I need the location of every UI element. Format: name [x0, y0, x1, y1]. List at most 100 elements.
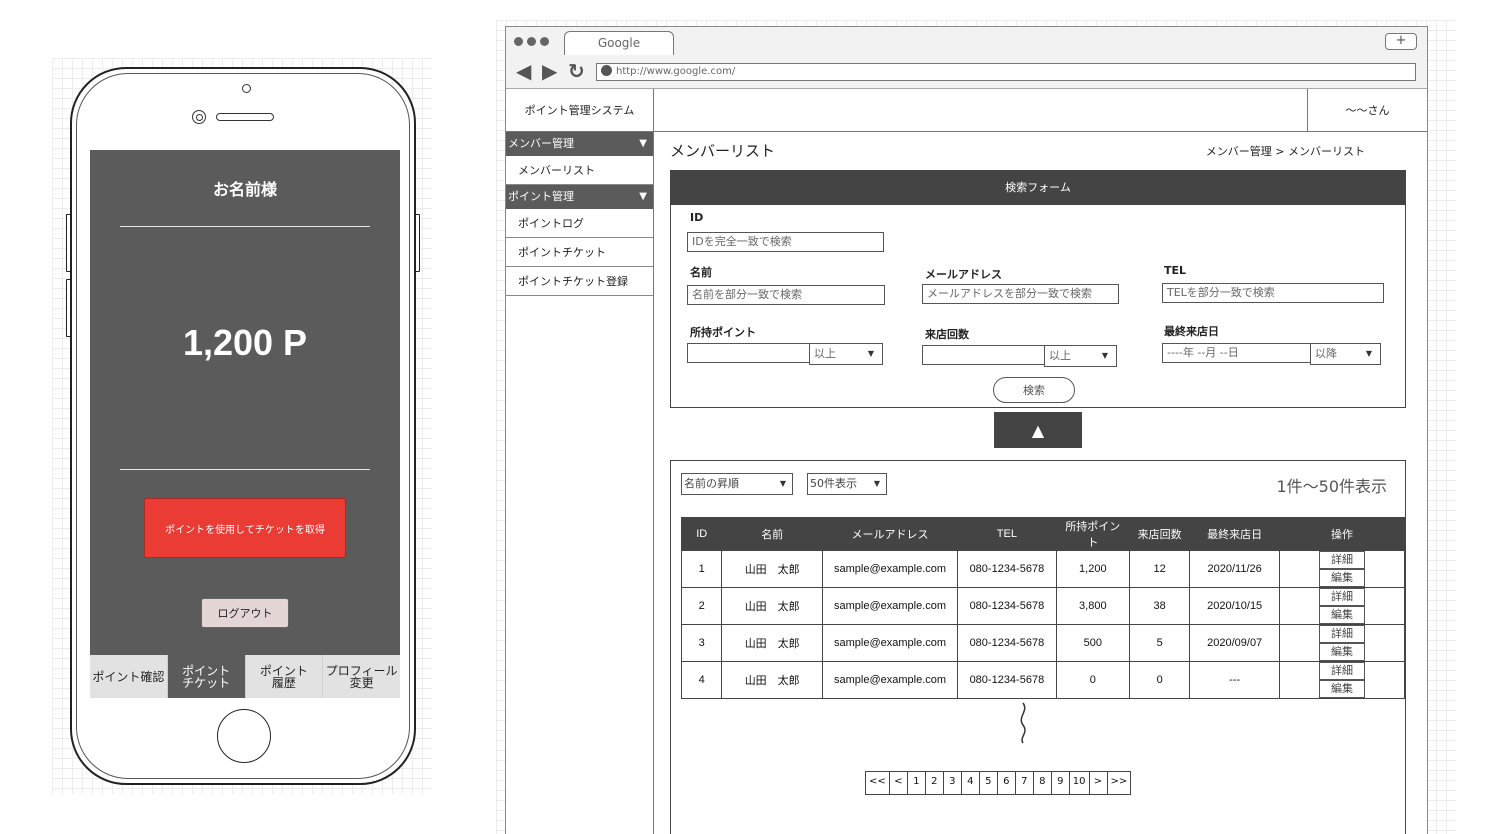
collapse-search-button[interactable]: ▲ [994, 412, 1082, 448]
points-label: 所持ポイント [690, 326, 756, 339]
cell-last-visit: --- [1189, 661, 1281, 699]
tab-point-check[interactable]: ポイント確認 [90, 655, 168, 698]
detail-button[interactable]: 詳細 [1319, 588, 1366, 606]
detail-button[interactable]: 詳細 [1319, 662, 1366, 680]
column-header-name[interactable]: 名前 [721, 517, 823, 551]
page-last[interactable]: >> [1107, 772, 1131, 794]
cell-name: 山田 太郎 [721, 624, 823, 662]
browser-window: Google + ◀ ▶ ↻ http://www.google.com/ ポイ… [505, 26, 1428, 834]
phone-tab-bar: ポイント確認 ポイント チケット ポイント 履歴 プロフィール 変更 [90, 655, 400, 698]
last-visit-condition-select[interactable]: 以降 ▼ [1310, 343, 1381, 365]
cell-name: 山田 太郎 [721, 550, 823, 588]
id-field[interactable]: IDを完全一致で検索 [687, 232, 884, 252]
edit-button[interactable]: 編集 [1319, 643, 1366, 661]
phone-mockup: お名前様 1,200 P ポイントを使用してチケットを取得 ログアウト ポイント… [66, 67, 420, 785]
column-header-tel[interactable]: TEL [957, 517, 1057, 551]
tel-field[interactable]: TELを部分一致で検索 [1162, 283, 1384, 303]
detail-button[interactable]: 詳細 [1319, 551, 1366, 569]
last-visit-date-field[interactable]: ----年 --月 --日 [1162, 343, 1312, 363]
email-field[interactable]: メールアドレスを部分一致で検索 [922, 284, 1119, 304]
minimize-window-icon[interactable] [527, 37, 536, 46]
last-visit-condition-value: 以降 [1315, 347, 1337, 360]
sort-select[interactable]: 名前の昇順 ▼ [681, 473, 793, 495]
page-9[interactable]: 9 [1051, 772, 1070, 794]
cell-email: sample@example.com [821, 550, 959, 588]
edit-button[interactable]: 編集 [1319, 569, 1366, 587]
sort-select-value: 名前の昇順 [684, 477, 739, 490]
proximity-sensor-icon [242, 84, 251, 93]
visits-condition-value: 以上 [1049, 349, 1071, 362]
home-button[interactable] [217, 709, 271, 763]
back-icon[interactable]: ◀ [516, 61, 531, 81]
divider-bottom [120, 469, 370, 470]
table-row: 4 山田 太郎 sample@example.com 080-1234-5678… [680, 661, 1405, 699]
maximize-window-icon[interactable] [540, 37, 549, 46]
user-menu[interactable]: 〜〜さん [1307, 89, 1427, 131]
page-1[interactable]: 1 [907, 772, 926, 794]
cell-points: 1,200 [1055, 550, 1131, 588]
column-header-points[interactable]: 所持ポイント [1055, 517, 1131, 551]
points-field[interactable] [687, 343, 811, 363]
breadcrumb[interactable]: メンバー管理 > メンバーリスト [1206, 143, 1365, 159]
cell-tel: 080-1234-5678 [957, 624, 1057, 662]
address-bar[interactable]: http://www.google.com/ [596, 63, 1416, 81]
cell-actions: 詳細編集 [1279, 661, 1405, 699]
page-3[interactable]: 3 [943, 772, 962, 794]
page-4[interactable]: 4 [961, 772, 980, 794]
tab-profile-edit[interactable]: プロフィール 変更 [323, 655, 400, 698]
name-field[interactable]: 名前を部分一致で検索 [687, 285, 885, 305]
url-text: http://www.google.com/ [616, 66, 736, 77]
visits-field[interactable] [922, 345, 1046, 365]
sidebar-group-points[interactable]: ポイント管理 ▼ [506, 185, 653, 209]
main-content: メンバーリスト メンバー管理 > メンバーリスト 検索フォーム ID IDを完全… [654, 132, 1427, 834]
column-header-id[interactable]: ID [680, 517, 723, 551]
visits-condition-select[interactable]: 以上 ▼ [1044, 345, 1117, 367]
edit-button[interactable]: 編集 [1319, 606, 1366, 624]
tel-label: TEL [1164, 264, 1187, 277]
close-window-icon[interactable] [514, 37, 523, 46]
use-points-button[interactable]: ポイントを使用してチケットを取得 [144, 498, 346, 558]
browser-tab[interactable]: Google [564, 31, 674, 55]
points-condition-select[interactable]: 以上 ▼ [809, 343, 883, 365]
id-label: ID [690, 211, 704, 224]
page-first[interactable]: << [866, 772, 890, 794]
logout-button[interactable]: ログアウト [201, 598, 289, 628]
per-page-select[interactable]: 50件表示 ▼ [807, 473, 887, 495]
reload-icon[interactable]: ↻ [568, 61, 585, 81]
tab-point-history[interactable]: ポイント 履歴 [245, 655, 324, 698]
edit-button[interactable]: 編集 [1319, 680, 1366, 698]
sidebar-item-point-ticket-register[interactable]: ポイントチケット登録 [506, 267, 653, 296]
point-balance: 1,200 P [182, 322, 308, 363]
sidebar-group-member[interactable]: メンバー管理 ▼ [506, 132, 653, 156]
detail-button[interactable]: 詳細 [1319, 625, 1366, 643]
sidebar-item-point-log[interactable]: ポイントログ [506, 209, 653, 238]
search-button[interactable]: 検索 [993, 377, 1075, 403]
chevron-down-icon: ▼ [1101, 351, 1108, 360]
page-2[interactable]: 2 [925, 772, 944, 794]
app-brand[interactable]: ポイント管理システム [506, 89, 654, 131]
forward-icon[interactable]: ▶ [542, 61, 557, 81]
column-header-last-visit[interactable]: 最終来店日 [1189, 517, 1281, 551]
page-next[interactable]: > [1089, 772, 1108, 794]
app-header: ポイント管理システム 〜〜さん [506, 89, 1427, 132]
page-5[interactable]: 5 [979, 772, 998, 794]
table-row: 3 山田 太郎 sample@example.com 080-1234-5678… [680, 624, 1405, 662]
chevron-down-icon: ▼ [867, 349, 874, 358]
tab-point-ticket[interactable]: ポイント チケット [167, 655, 246, 698]
cell-id: 4 [680, 661, 723, 699]
email-label: メールアドレス [925, 268, 1002, 281]
cell-points: 0 [1055, 661, 1131, 699]
page-prev[interactable]: < [889, 772, 908, 794]
page-6[interactable]: 6 [997, 772, 1016, 794]
sidebar: メンバー管理 ▼ メンバーリスト ポイント管理 ▼ ポイントログ ポイントチケッ… [506, 132, 654, 834]
user-name: お名前様 [212, 180, 277, 199]
page-8[interactable]: 8 [1033, 772, 1052, 794]
sidebar-item-point-ticket[interactable]: ポイントチケット [506, 238, 653, 267]
column-header-email[interactable]: メールアドレス [821, 517, 959, 551]
page-10[interactable]: 10 [1069, 772, 1090, 794]
chevron-down-icon: ▼ [873, 479, 880, 488]
new-tab-button[interactable]: + [1385, 33, 1417, 50]
column-header-visits[interactable]: 来店回数 [1129, 517, 1191, 551]
sidebar-item-member-list[interactable]: メンバーリスト [506, 156, 653, 185]
page-7[interactable]: 7 [1015, 772, 1034, 794]
